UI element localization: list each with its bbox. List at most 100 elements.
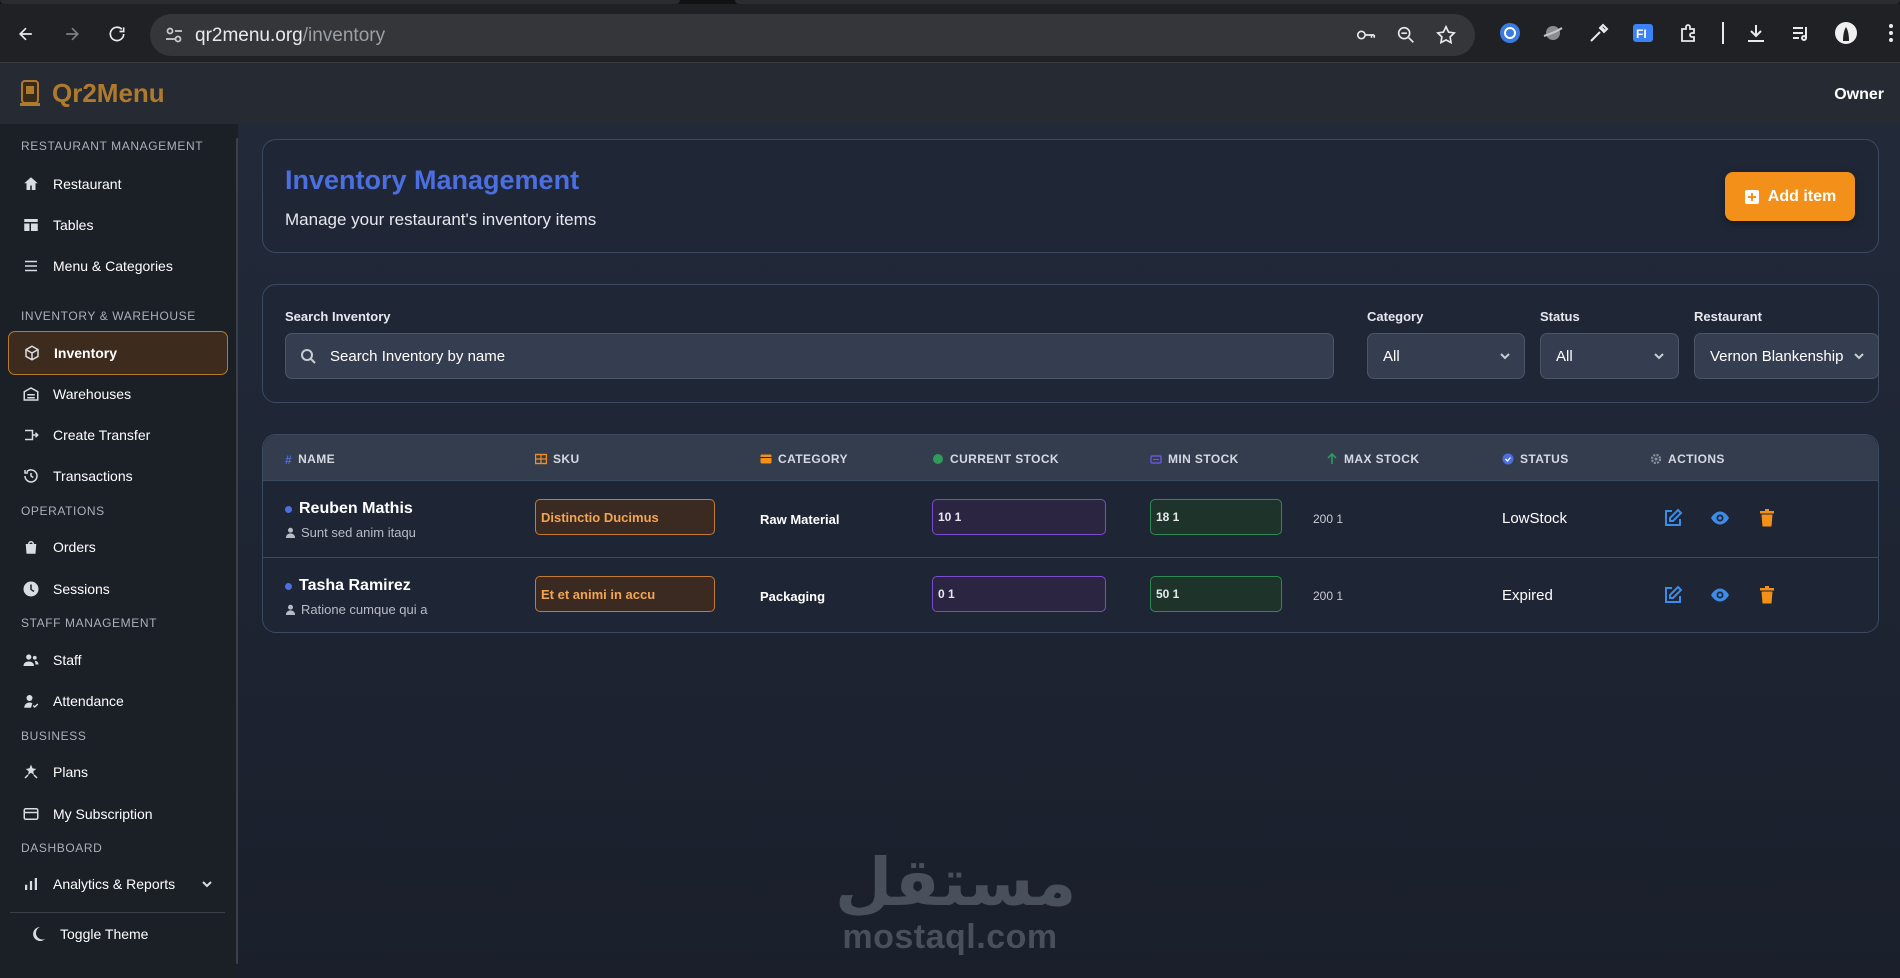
brand-name[interactable]: Qr2Menu	[52, 78, 165, 109]
sidebar-item-plans[interactable]: Plans	[8, 754, 228, 790]
section-title-dashboard: DASHBOARD	[21, 841, 103, 855]
arrow-right-icon	[66, 27, 80, 41]
site-settings-icon[interactable]	[164, 25, 184, 45]
section-title-staff-management: STAFF MANAGEMENT	[21, 616, 158, 630]
column-header-sku[interactable]: SKU	[535, 452, 580, 466]
sidebar-item-restaurant[interactable]: Restaurant	[8, 166, 228, 202]
browser-menu-icon[interactable]	[1878, 20, 1900, 46]
column-header-category[interactable]: CATEGORY	[760, 452, 848, 466]
restaurant-select[interactable]: Vernon Blankenship	[1694, 333, 1879, 379]
extension-planet-icon[interactable]	[1540, 20, 1566, 46]
chevron-down-icon	[1498, 349, 1512, 363]
section-title-inventory-warehouse: INVENTORY & WAREHOUSE	[21, 309, 196, 323]
status-selected-value: All	[1556, 347, 1573, 365]
edit-button[interactable]	[1663, 585, 1683, 605]
eyedropper-icon[interactable]	[1586, 20, 1612, 46]
address-bar[interactable]: qr2menu.org/inventory	[150, 14, 1475, 56]
sidebar-item-transactions[interactable]: Transactions	[8, 458, 228, 494]
item-name: Tasha Ramirez	[299, 577, 411, 594]
sidebar-item-warehouses[interactable]: Warehouses	[8, 376, 228, 412]
user-role-label[interactable]: Owner	[1834, 86, 1884, 104]
table-row[interactable]: Reuben Mathis Sunt sed anim itaqu Distin…	[263, 481, 1878, 557]
sidebar: RESTAURANT MANAGEMENT Restaurant Tables …	[0, 124, 239, 978]
column-header-label: ACTIONS	[1668, 452, 1725, 466]
tables-icon	[22, 216, 40, 234]
item-description-text: Sunt sed anim itaqu	[301, 525, 416, 540]
edit-button[interactable]	[1663, 508, 1683, 528]
item-description: Ratione cumque qui a	[285, 602, 427, 617]
mostaql-watermark: مستقل mostaql.com	[835, 850, 1076, 957]
sidebar-item-orders[interactable]: Orders	[8, 529, 228, 565]
max-stock-cell: 200 1	[1313, 589, 1344, 603]
sidebar-item-label: Warehouses	[53, 386, 132, 402]
delete-button[interactable]	[1757, 585, 1777, 605]
home-icon	[22, 175, 40, 193]
sidebar-item-tables[interactable]: Tables	[8, 207, 228, 243]
sidebar-item-my-subscription[interactable]: My Subscription	[8, 796, 228, 832]
restaurant-selected-value: Vernon Blankenship	[1710, 347, 1844, 365]
sidebar-item-label: Transactions	[53, 468, 133, 484]
view-button[interactable]	[1710, 508, 1730, 528]
svg-text:FI: FI	[1636, 27, 1647, 41]
history-icon	[22, 467, 40, 485]
extensions-puzzle-icon[interactable]	[1676, 20, 1702, 46]
search-label: Search Inventory	[285, 309, 391, 324]
table-row[interactable]: Tasha Ramirez Ratione cumque qui a Et et…	[263, 557, 1878, 633]
forward-button[interactable]	[58, 20, 86, 48]
toggle-theme-button[interactable]: Toggle Theme	[30, 926, 148, 942]
sidebar-item-label: Plans	[53, 764, 89, 780]
sku-badge: Et et animi in accu	[535, 576, 715, 612]
back-button[interactable]	[12, 20, 40, 48]
column-header-current-stock[interactable]: CURRENT STOCK	[932, 452, 1059, 466]
edit-icon	[1665, 585, 1683, 603]
restaurant-label: Restaurant	[1694, 309, 1762, 324]
extension-fi-icon[interactable]: FI	[1630, 20, 1656, 46]
sidebar-item-label: Tables	[53, 217, 94, 233]
media-queue-icon[interactable]	[1788, 20, 1814, 46]
sidebar-item-staff[interactable]: Staff	[8, 642, 228, 678]
column-header-actions[interactable]: ACTIONS	[1650, 452, 1725, 466]
downloads-icon[interactable]	[1743, 20, 1769, 46]
item-description-text: Ratione cumque qui a	[301, 602, 428, 617]
view-button[interactable]	[1710, 585, 1730, 605]
chart-icon	[22, 875, 40, 893]
sidebar-item-menu-categories[interactable]: Menu & Categories	[8, 248, 228, 284]
sidebar-item-label: Sessions	[53, 581, 110, 597]
category-label: Category	[1367, 309, 1424, 324]
delete-button[interactable]	[1757, 508, 1777, 528]
chevron-down-icon	[1852, 349, 1866, 363]
plus-square-icon	[1744, 189, 1760, 205]
sidebar-item-attendance[interactable]: Attendance	[8, 683, 228, 719]
bullet-dot-icon	[285, 505, 292, 513]
column-header-max-stock[interactable]: MAX STOCK	[1326, 452, 1419, 466]
status-select[interactable]: All	[1540, 333, 1679, 379]
bookmark-star-icon[interactable]	[1435, 24, 1457, 46]
sidebar-item-label: Attendance	[53, 693, 124, 709]
browser-tab[interactable]	[735, 0, 1900, 4]
search-input[interactable]: Search Inventory by name	[285, 333, 1334, 379]
add-item-button[interactable]: Add item	[1725, 172, 1855, 221]
column-header-status[interactable]: STATUS	[1502, 452, 1569, 466]
item-name-cell: Reuben Mathis	[285, 500, 413, 518]
column-header-label: MAX STOCK	[1344, 452, 1420, 466]
zoom-icon[interactable]	[1395, 24, 1417, 46]
sidebar-item-create-transfer[interactable]: Create Transfer	[8, 417, 228, 453]
moon-icon	[30, 926, 46, 942]
column-header-name[interactable]: # NAME	[285, 452, 335, 467]
extension-vpn-icon[interactable]	[1497, 20, 1523, 46]
stock-cube-icon	[932, 453, 944, 465]
page-subtitle: Manage your restaurant's inventory items	[285, 210, 597, 229]
qr2menu-logo[interactable]	[16, 77, 44, 109]
sidebar-item-inventory[interactable]: Inventory	[8, 331, 228, 375]
reload-button[interactable]	[103, 20, 131, 48]
sidebar-item-sessions[interactable]: Sessions	[8, 571, 228, 607]
profile-avatar-icon[interactable]	[1833, 20, 1859, 46]
category-select[interactable]: All	[1367, 333, 1525, 379]
password-key-icon[interactable]	[1355, 24, 1377, 46]
search-icon	[300, 348, 316, 364]
browser-tab[interactable]	[0, 0, 680, 4]
sidebar-item-analytics-reports[interactable]: Analytics & Reports	[8, 866, 228, 902]
barcode-icon	[535, 453, 547, 465]
chevron-down-icon[interactable]	[200, 877, 214, 891]
column-header-min-stock[interactable]: MIN STOCK	[1150, 452, 1239, 466]
